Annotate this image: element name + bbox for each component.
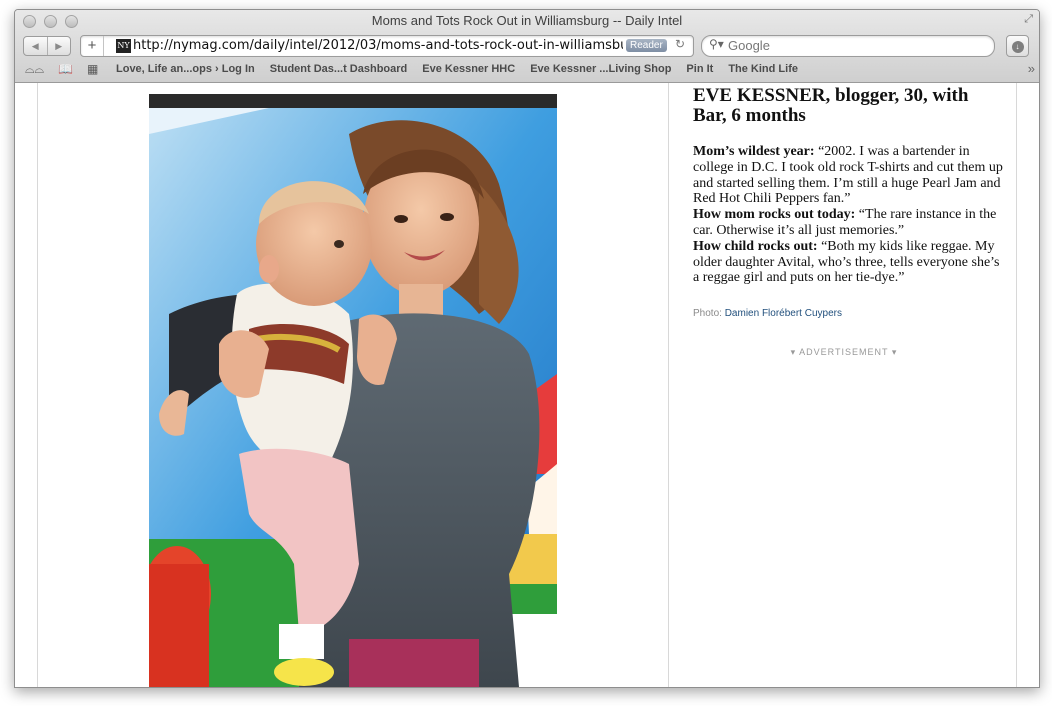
column-divider bbox=[37, 83, 38, 687]
photo-credit-label: Photo: bbox=[693, 308, 722, 320]
qa-question: Mom’s wildest year: bbox=[693, 144, 815, 159]
site-favicon-icon: NY bbox=[116, 39, 131, 53]
bookmark-item[interactable]: Eve Kessner HHC bbox=[422, 63, 515, 75]
back-arrow-icon[interactable]: ◀ bbox=[24, 37, 48, 55]
bookmarks-bar-icons: ⌓⌓ 📖 ▦ bbox=[25, 62, 98, 77]
bookmarks-overflow-icon[interactable]: » bbox=[1028, 61, 1035, 76]
history-nav: ◀ ▶ bbox=[23, 36, 71, 56]
bookmark-item[interactable]: Love, Life an...ops › Log In bbox=[116, 63, 255, 75]
qa-question: How child rocks out: bbox=[693, 238, 818, 254]
bookmark-item[interactable]: The Kind Life bbox=[728, 63, 798, 75]
download-arrow-icon: ↓ bbox=[1011, 41, 1024, 53]
qa-item: How mom rocks out today: “The rare insta… bbox=[693, 207, 1003, 239]
photo-credit: Photo: Damien Florébert Cuypers bbox=[693, 308, 1003, 319]
article-photo bbox=[149, 94, 557, 687]
downloads-button[interactable]: ↓ bbox=[1006, 35, 1029, 57]
browser-toolbar: Moms and Tots Rock Out in Williamsburg -… bbox=[15, 10, 1039, 83]
bookmark-item[interactable]: Student Das...t Dashboard bbox=[270, 63, 408, 75]
bookmarks-book-icon[interactable]: 📖 bbox=[58, 62, 73, 77]
browser-window: Moms and Tots Rock Out in Williamsburg -… bbox=[14, 9, 1040, 688]
reload-icon[interactable]: ↻ bbox=[675, 37, 685, 51]
add-bookmark-button[interactable]: + bbox=[81, 36, 104, 56]
qa-item: How child rocks out: “Both my kids like … bbox=[693, 239, 1003, 286]
search-placeholder: Google bbox=[728, 38, 770, 53]
qa-question: How mom rocks out today: bbox=[693, 207, 856, 223]
photographer-link[interactable]: Damien Florébert Cuypers bbox=[725, 308, 842, 319]
bookmark-item[interactable]: Pin It bbox=[686, 63, 713, 75]
bookmark-list: Love, Life an...ops › Log In Student Das… bbox=[116, 63, 798, 75]
bookmarks-bar: ⌓⌓ 📖 ▦ Love, Life an...ops › Log In Stud… bbox=[15, 60, 1039, 80]
reading-list-icon[interactable]: ⌓⌓ bbox=[25, 62, 44, 77]
fullscreen-icon[interactable]: ⤢ bbox=[1024, 13, 1033, 26]
article-heading: EVE KESSNER, blogger, 30, with Bar, 6 mo… bbox=[693, 85, 969, 126]
page-content: EVE KESSNER, blogger, 30, with Bar, 6 mo… bbox=[15, 83, 1039, 687]
search-field[interactable]: ⚲▾ Google bbox=[701, 35, 995, 57]
qa-item: Mom’s wildest year: “2002. I was a barte… bbox=[693, 144, 1003, 207]
column-divider bbox=[668, 83, 669, 687]
column-divider bbox=[1016, 83, 1017, 687]
forward-arrow-icon[interactable]: ▶ bbox=[48, 37, 71, 55]
top-sites-grid-icon[interactable]: ▦ bbox=[87, 62, 98, 77]
search-icon: ⚲▾ bbox=[709, 37, 724, 51]
advertisement-label: ▾ ADVERTISEMENT ▾ bbox=[790, 347, 898, 358]
photo-illustration bbox=[149, 94, 557, 687]
reader-button[interactable]: Reader bbox=[626, 39, 667, 52]
url-field[interactable]: http://nymag.com/daily/intel/2012/03/mom… bbox=[133, 38, 623, 54]
bookmark-item[interactable]: Eve Kessner ...Living Shop bbox=[530, 63, 671, 75]
window-title: Moms and Tots Rock Out in Williamsburg -… bbox=[371, 13, 683, 28]
address-bar[interactable]: + NY http://nymag.com/daily/intel/2012/0… bbox=[80, 35, 694, 57]
article-sidebar: EVE KESSNER, blogger, 30, with Bar, 6 mo… bbox=[693, 86, 1003, 358]
